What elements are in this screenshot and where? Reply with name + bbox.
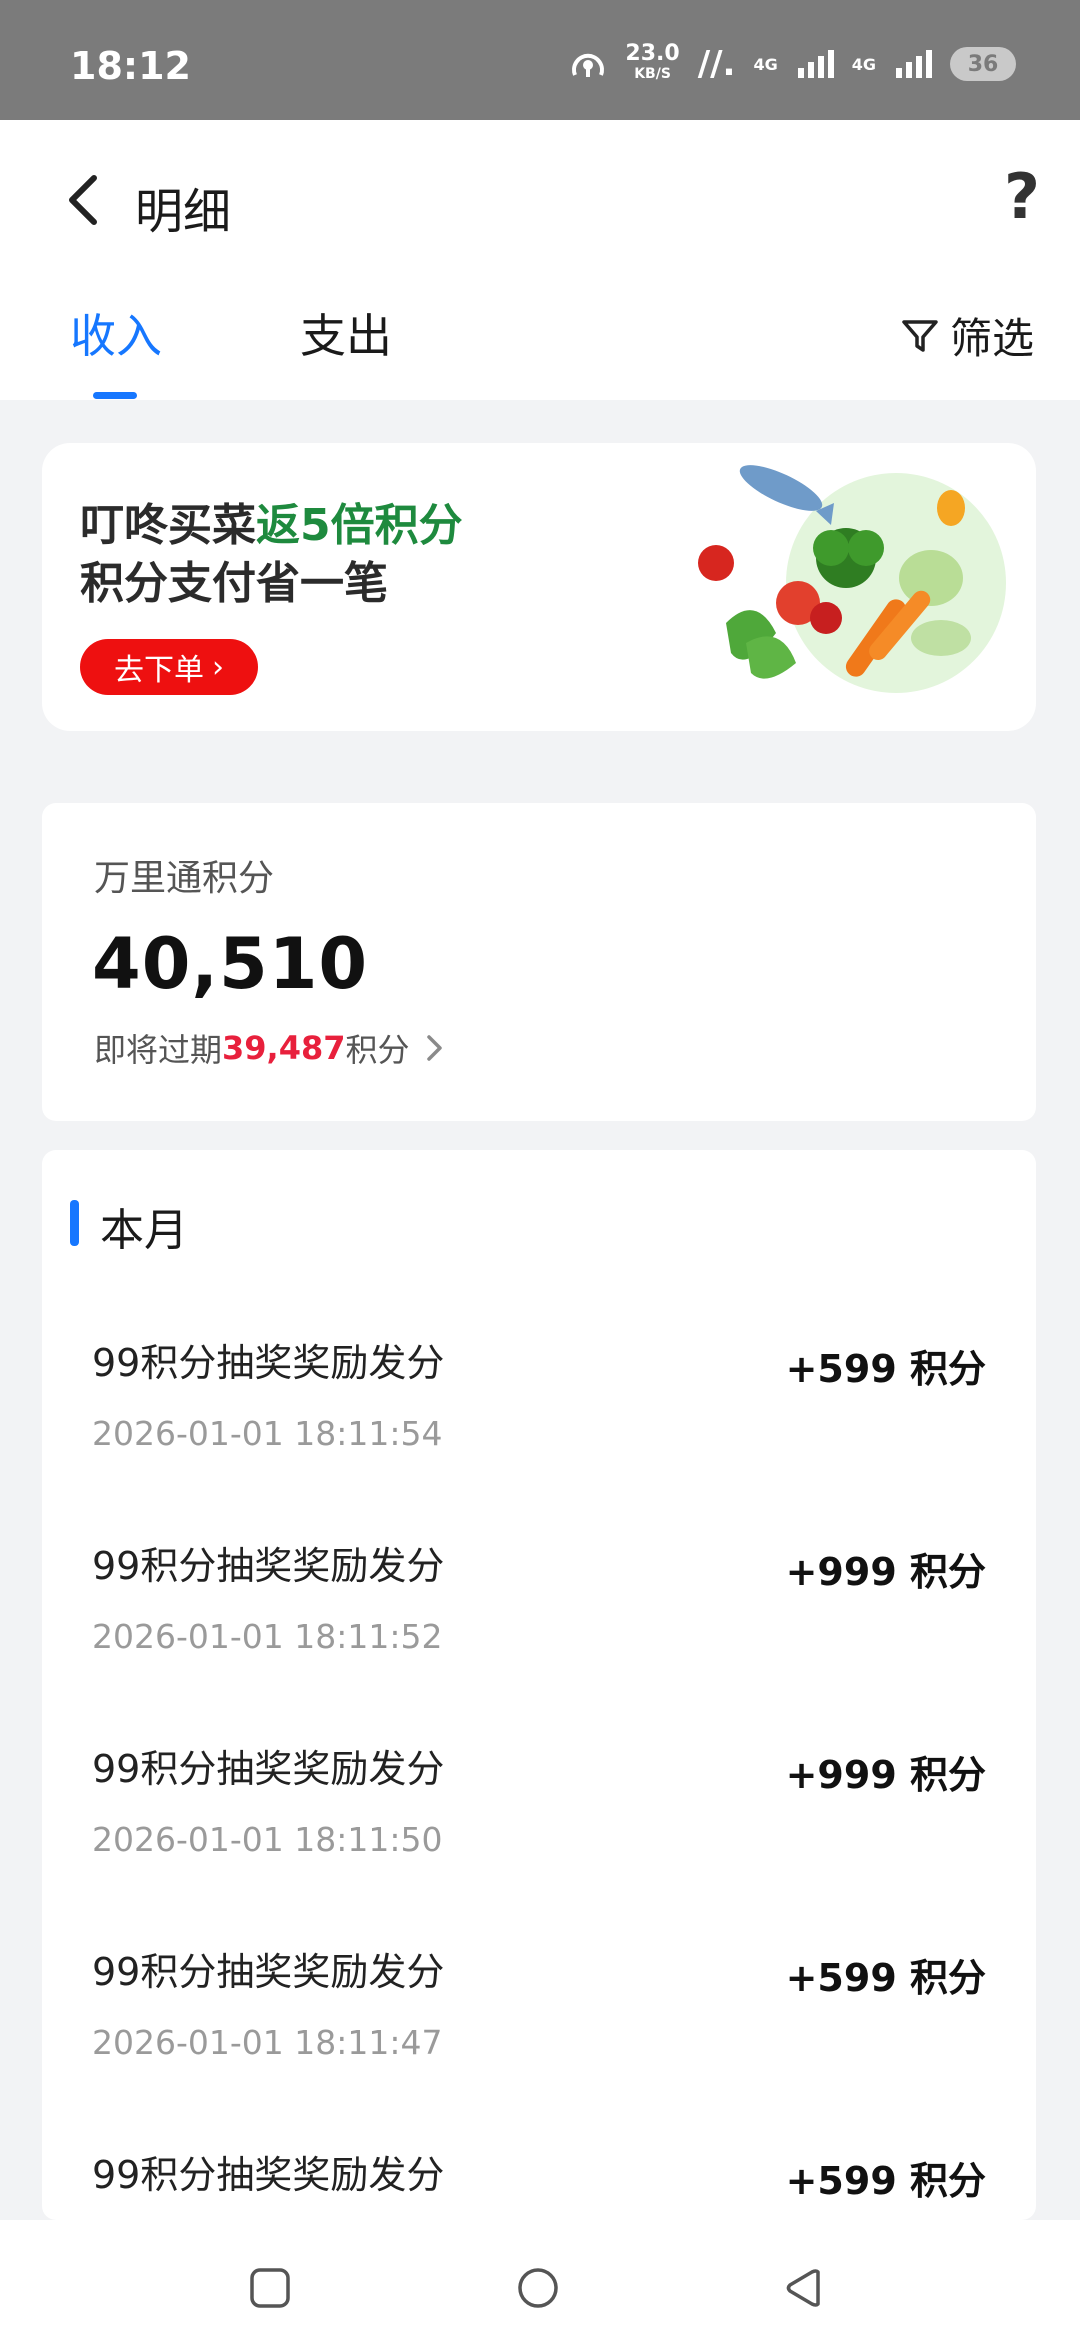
item-title: 99积分抽奖奖励发分 (92, 1950, 445, 1994)
vegetables-illustration (698, 465, 1006, 693)
active-tab-indicator (93, 392, 137, 399)
item-amount: +599 积分 (785, 1956, 986, 2000)
square-nav-icon[interactable] (248, 2266, 292, 2310)
month-marker (70, 1200, 79, 1246)
item-date: 2026-01-01 18:11:50 (92, 1820, 443, 1859)
status-time: 18:12 (70, 44, 191, 88)
item-title: 99积分抽奖奖励发分 (92, 2153, 445, 2197)
expire-amount: 39,487 (222, 1029, 346, 1067)
list-item[interactable]: 99积分抽奖奖励发分 2026-01-01 18:11:54 +599 积分 (42, 1332, 1036, 1535)
item-amount: +599 积分 (785, 2159, 986, 2203)
chevron-right-icon: › (212, 649, 224, 685)
order-button-label: 去下单 (114, 653, 204, 688)
network-type-2: 4G (851, 54, 876, 74)
banner-headline: 叮咚买菜返5倍积分 (80, 500, 463, 551)
points-label: 万里通积分 (94, 858, 275, 899)
page-title: 明细 (135, 184, 232, 240)
status-icons: 23.0 KB/S //. 4G 4G 36 (569, 41, 1016, 84)
signal-icon-1 (797, 50, 834, 78)
network-speed: 23.0 KB/S (625, 41, 680, 83)
chevron-right-icon (426, 1035, 442, 1061)
item-amount: +999 积分 (785, 1753, 986, 1797)
hotspot-icon (572, 53, 605, 77)
list-item[interactable]: 99积分抽奖奖励发分 2026-01-01 18:11:52 +999 积分 (42, 1535, 1036, 1738)
points-balance: 40,510 (92, 923, 369, 1005)
item-title: 99积分抽奖奖励发分 (92, 1341, 445, 1385)
triangle-nav-icon[interactable] (782, 2266, 826, 2310)
filter-button[interactable]: 筛选 (900, 305, 1034, 366)
item-date: 2026-01-01 18:11:47 (92, 2023, 443, 2062)
item-amount: +999 积分 (785, 1550, 986, 1594)
wifi-off-icon: //. (697, 44, 736, 84)
item-amount: +599 积分 (785, 1347, 986, 1391)
expire-prefix: 即将过期 (94, 1031, 223, 1069)
tab-income[interactable]: 收入 (70, 300, 162, 366)
month-title: 本月 (100, 1205, 188, 1256)
item-title: 99积分抽奖奖励发分 (92, 1544, 445, 1588)
order-button[interactable]: 去下单 › (80, 639, 258, 695)
expire-suffix: 积分 (345, 1031, 410, 1069)
tab-expense[interactable]: 支出 (300, 300, 392, 366)
list-item[interactable]: 99积分抽奖奖励发分 2026-01-01 18:11:47 +599 积分 (42, 1941, 1036, 2144)
list-item[interactable]: 99积分抽奖奖励发分 2026-01-01 18:11:50 +999 积分 (42, 1738, 1036, 1941)
system-nav-bar (0, 2220, 1080, 2352)
back-icon[interactable] (60, 170, 110, 230)
item-title: 99积分抽奖奖励发分 (92, 1747, 445, 1791)
battery-icon: 36 (950, 47, 1016, 81)
expiring-points-link[interactable]: 即将过期 39,487 积分 (94, 1025, 446, 1071)
transactions-list: 本月 99积分抽奖奖励发分 2026-01-01 18:11:54 +599 积… (42, 1150, 1036, 2220)
status-bar: 18:12 23.0 KB/S //. 4G 4G 36 (0, 0, 1080, 120)
circle-nav-icon[interactable] (516, 2266, 560, 2310)
network-type-1: 4G (753, 54, 778, 74)
banner-subline: 积分支付省一笔 (80, 558, 388, 609)
help-icon[interactable]: ? (1004, 160, 1040, 233)
filter-icon (902, 319, 938, 352)
item-date: 2026-01-01 18:11:54 (92, 1414, 443, 1453)
page-header: 明细 ? 收入 支出 筛选 (0, 120, 1080, 400)
item-date: 2026-01-01 18:11:52 (92, 1617, 443, 1656)
signal-icon-2 (896, 50, 932, 78)
list-item[interactable]: 99积分抽奖奖励发分 +599 积分 (42, 2144, 1036, 2220)
promo-banner[interactable]: 叮咚买菜返5倍积分 积分支付省一笔 去下单 › (42, 443, 1036, 731)
points-card: 万里通积分 40,510 即将过期 39,487 积分 (42, 803, 1036, 1121)
filter-label: 筛选 (949, 314, 1034, 363)
